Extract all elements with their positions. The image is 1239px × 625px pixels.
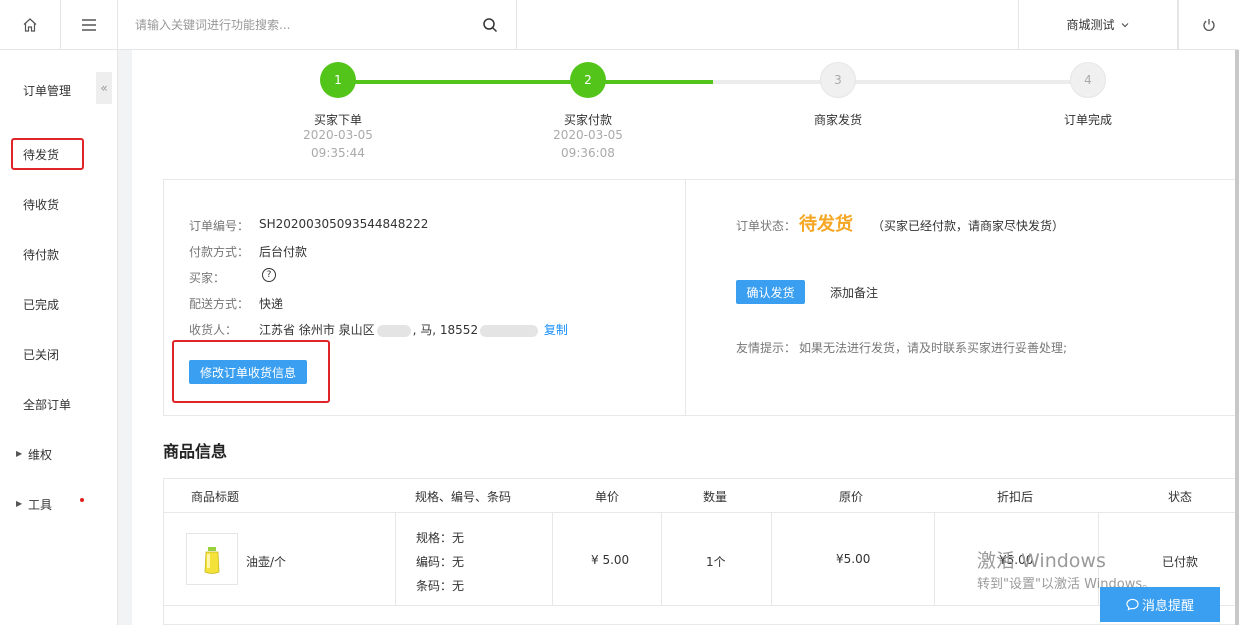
scrollbar[interactable]	[1235, 50, 1239, 625]
divider	[771, 512, 772, 605]
order-status-note: （买家已经付款，请商家尽快发货）	[872, 219, 1065, 233]
shipping-method-label: 配送方式：	[189, 297, 250, 311]
sidebar-item-pending-receipt[interactable]: 待收货	[23, 196, 59, 213]
caret-right-icon: ▶	[16, 499, 23, 508]
tip-text: 如果无法进行发货，请及时联系买家进行妥善处理;	[799, 341, 1068, 355]
column-header: 原价	[838, 490, 863, 504]
step-2-circle: 2	[570, 62, 606, 98]
logout-button[interactable]	[1178, 0, 1239, 49]
shipping-method: 快递	[259, 297, 284, 311]
column-header: 商品标题	[190, 490, 239, 504]
sidebar-item-completed[interactable]: 已完成	[23, 296, 59, 313]
column-header: 折扣后	[996, 490, 1033, 504]
sidebar: 订单管理 «	[0, 50, 118, 625]
step-4-label: 订单完成	[1063, 113, 1112, 127]
redacted-block	[376, 324, 411, 337]
product-code: 编码：无	[416, 555, 465, 569]
message-reminder-button[interactable]: 消息提醒	[1100, 587, 1220, 622]
column-header: 规格、编号、条码	[414, 490, 511, 504]
quantity: 1个	[706, 555, 726, 569]
divider	[661, 512, 662, 605]
payment-method-label: 付款方式：	[189, 245, 250, 259]
tip-label: 友情提示：	[736, 341, 797, 355]
step-4-circle: 4	[1070, 62, 1106, 98]
product-title: 油壶/个	[246, 555, 287, 569]
column-header: 状态	[1167, 490, 1192, 504]
chevron-down-icon	[1121, 22, 1128, 27]
menu-toggle-button[interactable]	[61, 0, 118, 49]
divider	[934, 512, 935, 605]
unit-price: ¥ 5.00	[591, 553, 630, 567]
question-icon[interactable]: ?	[262, 268, 276, 282]
step-1-date: 2020-03-05	[303, 128, 373, 142]
user-name: 商城测试	[1066, 18, 1115, 32]
step-2-label: 买家付款	[563, 113, 612, 127]
divider	[685, 179, 686, 416]
chat-bubble-icon	[1126, 598, 1139, 611]
caret-right-icon: ▶	[16, 449, 23, 458]
order-status-value: 待发货	[799, 214, 853, 235]
order-number: SH20200305093544848222	[259, 217, 429, 231]
user-menu[interactable]: 商城测试	[1018, 0, 1178, 49]
divider	[163, 512, 1239, 513]
divider	[552, 512, 553, 605]
item-status: 已付款	[1162, 555, 1199, 569]
step-1-circle: 1	[320, 62, 356, 98]
redacted-block	[480, 324, 539, 337]
search-icon[interactable]	[482, 17, 498, 33]
highlight-box	[172, 340, 330, 403]
column-header: 单价	[594, 490, 619, 504]
buyer-label: 买家：	[189, 271, 226, 285]
receiver-info: 江苏省 徐州市 泉山区 , 马, 18552 复制	[259, 321, 568, 338]
sidebar-item-closed[interactable]: 已关闭	[23, 346, 59, 363]
sidebar-item-tools[interactable]: 工具	[28, 496, 52, 513]
sidebar-title: 订单管理	[23, 84, 72, 98]
order-number-label: 订单编号：	[189, 219, 250, 233]
copy-link[interactable]: 复制	[544, 323, 568, 337]
search-input[interactable]	[135, 17, 465, 32]
step-1-label: 买家下单	[313, 113, 362, 127]
search-bar	[118, 0, 517, 49]
sidebar-item-pending-payment[interactable]: 待付款	[23, 246, 59, 263]
home-icon	[23, 17, 37, 32]
step-3-circle: 3	[820, 62, 856, 98]
highlight-box	[11, 138, 84, 170]
step-3-label: 商家发货	[813, 113, 862, 127]
original-price: ¥5.00	[836, 552, 871, 566]
sidebar-item-all-orders[interactable]: 全部订单	[23, 396, 71, 413]
sidebar-collapse-button[interactable]: «	[96, 72, 112, 104]
home-button[interactable]	[0, 0, 61, 49]
column-header: 数量	[702, 490, 727, 504]
payment-method: 后台付款	[259, 245, 308, 259]
progress-line-pending	[713, 80, 1088, 84]
progress-line-done	[338, 80, 713, 84]
product-barcode: 条码：无	[416, 579, 465, 593]
product-spec: 规格：无	[416, 531, 465, 545]
receiver-name-phone: , 马, 18552	[412, 323, 479, 337]
top-bar: 商城测试	[0, 0, 1239, 50]
step-1-time: 09:35:44	[311, 146, 365, 160]
step-2-time: 09:36:08	[561, 146, 615, 160]
hamburger-icon	[82, 18, 96, 31]
divider	[395, 512, 396, 605]
watermark-title: 激活 Windows	[977, 550, 1106, 572]
product-thumbnail[interactable]	[186, 533, 238, 585]
add-remark-link[interactable]: 添加备注	[830, 284, 878, 301]
sidebar-item-rights[interactable]: 维权	[28, 446, 52, 463]
confirm-shipment-button[interactable]: 确认发货	[736, 280, 805, 304]
goods-section-title: 商品信息	[163, 442, 228, 461]
step-2-date: 2020-03-05	[553, 128, 623, 142]
message-reminder-label: 消息提醒	[1141, 599, 1194, 614]
power-icon	[1203, 18, 1215, 31]
receiver-address: 江苏省 徐州市 泉山区	[259, 323, 375, 337]
order-status-label: 订单状态：	[736, 219, 797, 233]
receiver-label: 收货人：	[189, 323, 238, 337]
oil-bottle-icon	[204, 547, 220, 574]
divider	[163, 605, 1239, 606]
notification-dot	[80, 498, 84, 502]
